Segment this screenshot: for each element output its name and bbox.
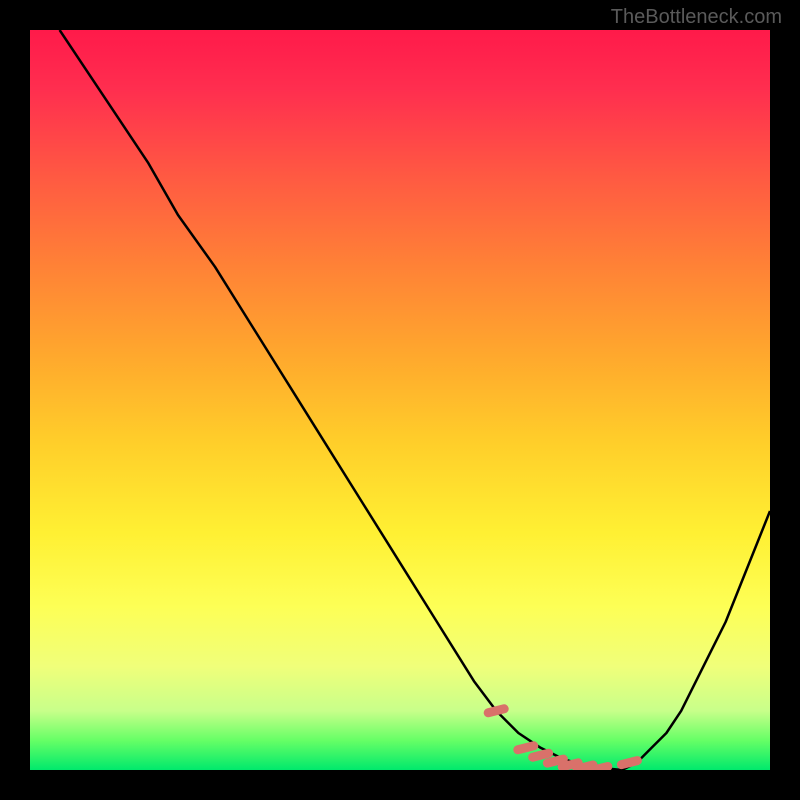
trough-marker xyxy=(518,746,534,750)
curve-right-curve xyxy=(622,511,770,770)
plot-area xyxy=(30,30,770,770)
trough-marker xyxy=(621,761,637,765)
chart-svg xyxy=(30,30,770,770)
trough-marker xyxy=(488,709,504,713)
trough-marker xyxy=(533,753,549,757)
watermark-text: TheBottleneck.com xyxy=(611,6,782,29)
trough-marker xyxy=(592,767,608,770)
curve-left-curve xyxy=(60,30,622,770)
